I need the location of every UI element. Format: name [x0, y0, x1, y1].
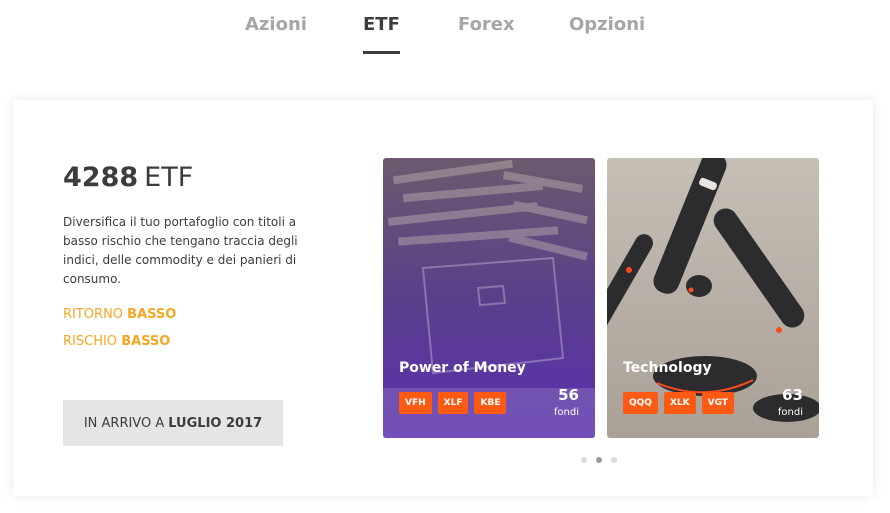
carousel-pagination — [581, 457, 617, 463]
ticker-badge[interactable]: KBE — [474, 392, 507, 414]
fund-name: Technology — [623, 360, 712, 376]
fund-card-power-of-money[interactable]: Power of Money VFH XLF KBE 56 fondi — [383, 158, 595, 438]
ticker-badge[interactable]: XLF — [437, 392, 469, 414]
ticker-badge[interactable]: VFH — [399, 392, 432, 414]
metric-label: RISCHIO — [63, 334, 118, 349]
tab-label: Forex — [458, 14, 515, 35]
fund-count: 63 — [782, 386, 803, 404]
tab-opzioni[interactable]: Opzioni — [569, 14, 645, 35]
tab-forex[interactable]: Forex — [458, 14, 515, 35]
carousel-dot-active[interactable] — [596, 457, 602, 463]
fund-count-label: fondi — [777, 407, 803, 418]
fund-card-technology[interactable]: Technology QQQ XLK VGT 63 fondi — [607, 158, 819, 438]
tab-azioni[interactable]: Azioni — [245, 14, 307, 35]
tab-label: Opzioni — [569, 14, 646, 35]
metric-value: BASSO — [127, 307, 177, 322]
etf-description: Diversifica il tuo portafoglio con titol… — [63, 215, 298, 286]
risk-metric: RISCHIO BASSO — [63, 334, 170, 349]
tab-label: ETF — [363, 14, 400, 35]
ticker-badge[interactable]: XLK — [663, 392, 696, 414]
coming-soon-button[interactable]: IN ARRIVO A LUGLIO 2017 — [63, 400, 283, 446]
market-tabs: Azioni ETF Forex Opzioni — [0, 14, 890, 58]
fund-count-label: fondi — [553, 407, 579, 418]
etf-unit: ETF — [144, 162, 194, 193]
etf-count: 4288 — [63, 162, 139, 193]
ticker-badge[interactable]: VGT — [701, 392, 734, 414]
etf-count-headline: 4288 ETF — [63, 156, 193, 194]
etf-panel: 4288 ETF Diversifica il tuo portafoglio c… — [13, 100, 873, 496]
ticker-list: QQQ XLK VGT — [623, 392, 734, 414]
fund-name: Power of Money — [399, 360, 526, 376]
cta-date: LUGLIO 2017 — [168, 415, 263, 431]
ticker-badge[interactable]: QQQ — [623, 392, 658, 414]
ticker-list: VFH XLF KBE — [399, 392, 507, 414]
fund-count: 56 — [558, 386, 579, 404]
metric-label: RITORNO — [63, 307, 124, 322]
return-metric: RITORNO BASSO — [63, 307, 176, 322]
tab-label: Azioni — [245, 14, 307, 35]
carousel-dot[interactable] — [611, 457, 617, 463]
tab-etf[interactable]: ETF — [363, 14, 400, 54]
carousel-dot[interactable] — [581, 457, 587, 463]
metric-value: BASSO — [121, 334, 171, 349]
active-tab-underline — [363, 51, 400, 54]
cta-prefix: IN ARRIVO A — [83, 415, 165, 431]
